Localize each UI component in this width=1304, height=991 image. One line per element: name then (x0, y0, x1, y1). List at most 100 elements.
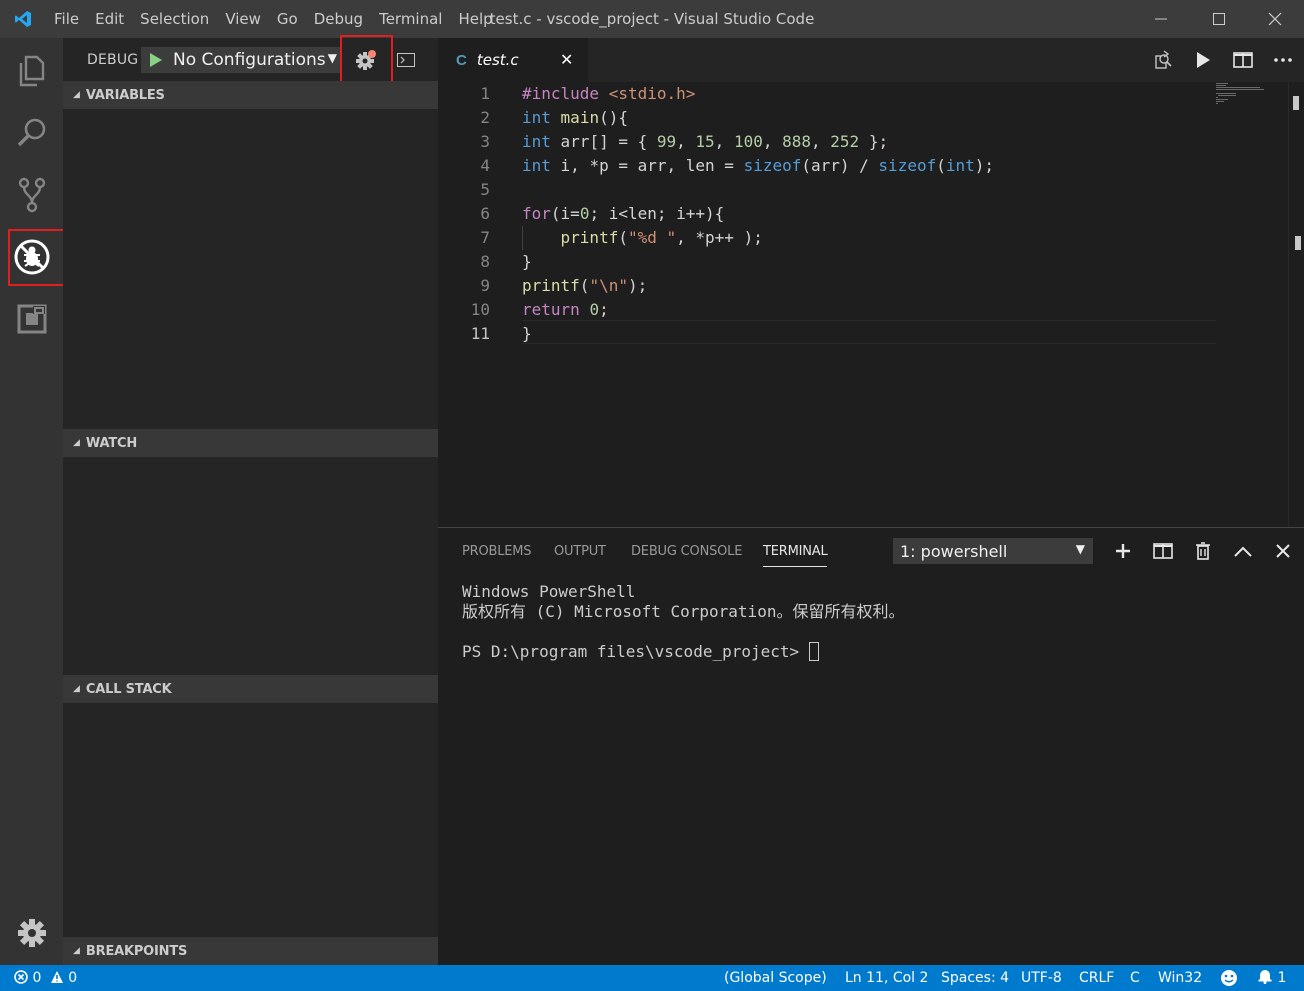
close-panel-button[interactable] (1270, 540, 1296, 562)
split-terminal-button[interactable] (1150, 540, 1176, 562)
code-token: , (811, 132, 831, 151)
scroll-thumb[interactable] (1293, 96, 1299, 110)
configuration-select[interactable]: No Configurations ▼ (141, 47, 341, 73)
line-source: int i, *p = arr, len = sizeof(arr) / siz… (522, 154, 994, 178)
terminal-output[interactable]: Windows PowerShell 版权所有 (C) Microsoft Co… (462, 582, 904, 662)
minimize-button[interactable] (1132, 0, 1190, 38)
menu-edit[interactable]: Edit (87, 0, 132, 38)
search-icon[interactable] (0, 102, 63, 164)
explorer-icon[interactable] (0, 40, 63, 102)
scope-status[interactable]: (Global Scope) (724, 965, 827, 991)
code-token: (i= (550, 204, 580, 223)
source-control-icon[interactable] (0, 164, 63, 226)
chevron-down-icon: ▼ (327, 51, 337, 65)
maximize-panel-button[interactable] (1230, 540, 1256, 562)
line-source: #include <stdio.h> (522, 82, 695, 106)
watch-section-header[interactable]: ◢ WATCH (63, 429, 438, 457)
code-token: for (522, 204, 551, 223)
encoding-status[interactable]: UTF-8 (1021, 965, 1062, 991)
code-token: int (522, 132, 551, 151)
line-source: } (522, 250, 532, 274)
code-token: int (945, 156, 975, 175)
play-icon (1197, 52, 1210, 68)
active-tab-indicator (763, 566, 827, 567)
variables-section-header[interactable]: ◢ VARIABLES (63, 81, 438, 109)
run-code-button[interactable] (1190, 48, 1216, 72)
extensions-icon[interactable] (0, 288, 63, 350)
language-status[interactable]: C (1130, 965, 1140, 991)
chevron-down-icon: ▼ (1075, 542, 1085, 556)
code-line[interactable]: 1 #include <stdio.h> (438, 82, 1218, 106)
plus-icon (1116, 544, 1130, 558)
code-token: ( (618, 228, 628, 247)
debug-console-button[interactable] (393, 50, 419, 70)
start-debugging-icon[interactable] (149, 52, 163, 68)
code-line[interactable]: 4 int i, *p = arr, len = sizeof(arr) / si… (438, 154, 1218, 178)
code-line[interactable]: 7 printf("%d ", *p++ ); (438, 226, 1218, 250)
code-token: "%d " (627, 228, 677, 247)
code-token: (){ (599, 108, 628, 127)
status-bar: 0 0 (Global Scope) Ln 11, Col 2 Spaces: … (0, 965, 1304, 991)
smiley-icon (1221, 970, 1237, 986)
indentation-status[interactable]: Spaces: 4 (941, 965, 1009, 991)
menu-selection[interactable]: Selection (132, 0, 217, 38)
code-line[interactable]: 11} (438, 322, 1218, 346)
close-window-button[interactable] (1246, 0, 1304, 38)
menu-file[interactable]: File (46, 0, 87, 38)
maximize-icon (1213, 13, 1225, 25)
cursor-position-status[interactable]: Ln 11, Col 2 (845, 965, 928, 991)
open-changes-button[interactable] (1150, 48, 1176, 72)
more-actions-button[interactable] (1270, 48, 1296, 72)
new-terminal-button[interactable] (1110, 540, 1136, 562)
line-number: 2 (480, 108, 490, 127)
line-number: 10 (470, 300, 490, 319)
tab-debug-console[interactable]: DEBUG CONSOLE (631, 544, 742, 559)
split-terminal-icon (1153, 543, 1173, 559)
code-token: , (762, 132, 783, 151)
editor-scrollbar[interactable] (1288, 82, 1302, 527)
tab-problems[interactable]: PROBLEMS (462, 544, 532, 559)
code-editor[interactable]: 1 #include <stdio.h> 2 int main(){3 int arr[… (438, 82, 1304, 527)
code-token: int (522, 108, 551, 127)
tab-output[interactable]: OUTPUT (554, 544, 606, 559)
chevron-up-icon (1234, 546, 1252, 557)
kill-terminal-button[interactable] (1190, 540, 1216, 562)
menu-debug[interactable]: Debug (306, 0, 371, 38)
split-editor-button[interactable] (1230, 48, 1256, 72)
notifications-status[interactable]: 1 (1257, 965, 1286, 991)
bottom-panel: PROBLEMS OUTPUT DEBUG CONSOLE TERMINAL 1… (438, 527, 1304, 965)
menu-help[interactable]: Help (450, 0, 500, 38)
code-line[interactable]: 3 int arr[] = { 99, 15, 100, 888, 252 }; (438, 130, 1218, 154)
terminal-prompt: PS D:\program files\vscode_project> (462, 642, 809, 661)
code-line[interactable]: 6 for(i=0; i<len; i++){ (438, 202, 1218, 226)
menu-terminal[interactable]: Terminal (371, 0, 450, 38)
code-line[interactable]: 8} (438, 250, 1218, 274)
code-line[interactable]: 5 (438, 178, 1218, 202)
warning-icon (50, 967, 64, 991)
code-line[interactable]: 9 printf("\n"); (438, 274, 1218, 298)
maximize-button[interactable] (1190, 0, 1248, 38)
code-token: return (522, 300, 580, 319)
terminal-select[interactable]: 1: powershell ▼ (893, 538, 1093, 564)
settings-gear-icon[interactable] (0, 902, 63, 964)
tab-test-c[interactable]: C test.c ✕ (438, 38, 588, 82)
eol-status[interactable]: CRLF (1079, 965, 1114, 991)
feedback-button[interactable] (1220, 969, 1238, 987)
tab-terminal[interactable]: TERMINAL (763, 544, 828, 559)
line-source: int arr[] = { 99, 15, 100, 888, 252 }; (522, 130, 888, 154)
menu-go[interactable]: Go (269, 0, 306, 38)
call-stack-section-header[interactable]: ◢ CALL STACK (63, 675, 438, 703)
platform-status[interactable]: Win32 (1158, 965, 1202, 991)
line-number: 6 (480, 204, 490, 223)
code-line[interactable]: 2 int main(){ (438, 106, 1218, 130)
problems-status[interactable]: 0 0 (14, 965, 77, 991)
close-icon (1276, 544, 1290, 558)
breakpoints-section-header[interactable]: ◢ BREAKPOINTS (63, 937, 438, 965)
menu-view[interactable]: View (217, 0, 269, 38)
code-token: <stdio.h> (608, 84, 696, 103)
minimap[interactable] (1216, 82, 1286, 122)
panel-tabs: PROBLEMS OUTPUT DEBUG CONSOLE TERMINAL 1… (438, 528, 1304, 574)
code-token: 0 (589, 300, 600, 319)
close-tab-icon[interactable]: ✕ (560, 50, 573, 69)
code-line[interactable]: 10 return 0; (438, 298, 1218, 322)
